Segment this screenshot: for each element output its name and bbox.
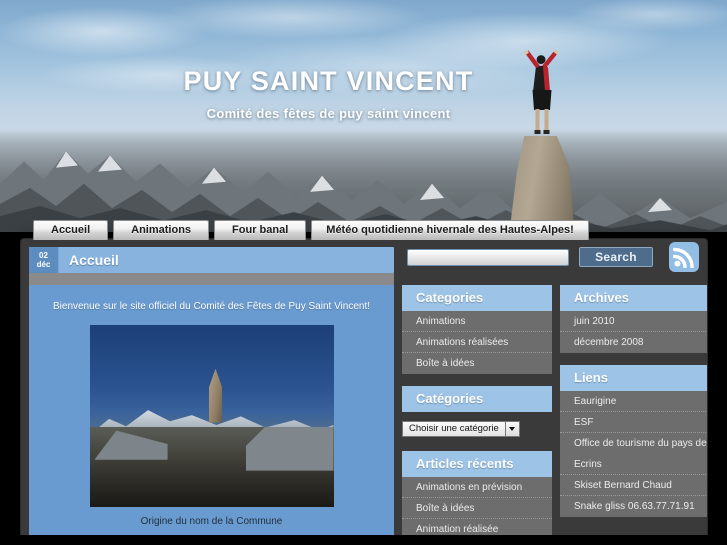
widget-categories-dropdown: Catégories Choisir une catégorie — [402, 386, 552, 439]
category-select-body: Choisir une catégorie — [402, 412, 552, 439]
list-item[interactable]: décembre 2008 — [560, 332, 707, 353]
photo-roof-right — [245, 426, 334, 471]
nav-tab-animations[interactable]: Animations — [113, 220, 210, 240]
page-root: PUY SAINT VINCENT Comité des fêtes de pu… — [0, 0, 727, 545]
list-item[interactable]: Eaurigine — [560, 391, 707, 412]
rss-waves-icon — [673, 247, 694, 268]
village-photo — [89, 325, 334, 507]
site-subtitle: Comité des fêtes de puy saint vincent — [206, 106, 451, 121]
nav-tab-accueil[interactable]: Accueil — [33, 220, 109, 240]
search-form: Search — [407, 247, 653, 267]
widget-title-links: Liens — [560, 365, 707, 391]
article-body: Bienvenue sur le site officiel du Comité… — [29, 285, 394, 538]
search-input[interactable] — [407, 248, 569, 266]
list-item[interactable]: Snake gliss 06.63.77.71.91 — [560, 496, 707, 517]
post-date-day: 02 — [39, 251, 48, 260]
page-bottom-edge — [0, 535, 727, 545]
post-meta-strip — [29, 273, 394, 285]
list-item[interactable]: juin 2010 — [560, 311, 707, 332]
list-item[interactable]: Boîte à idées — [402, 353, 552, 374]
photo-church-steeple — [209, 368, 223, 423]
category-select[interactable]: Choisir une catégorie — [402, 421, 520, 437]
welcome-text: Bienvenue sur le site officiel du Comité… — [52, 301, 371, 312]
nav-tab-meteo[interactable]: Météo quotidienne hivernale des Hautes-A… — [311, 220, 589, 240]
sidebar-left: Categories Animations Animations réalisé… — [402, 285, 552, 544]
sidebar-right: Archives juin 2010 décembre 2008 Liens E… — [560, 285, 707, 529]
site-title: PUY SAINT VINCENT — [183, 66, 474, 96]
rss-feed-icon[interactable] — [669, 242, 699, 272]
recent-posts-list: Animations en prévision Boîte à idées An… — [402, 477, 552, 540]
widget-title-categories-fr: Catégories — [402, 386, 552, 412]
archives-list: juin 2010 décembre 2008 — [560, 311, 707, 353]
list-item[interactable]: Boîte à idées — [402, 498, 552, 519]
panel-top-row: 02 déc Accueil Search — [29, 247, 699, 273]
photo-caption: Origine du nom de la Commune — [140, 516, 283, 527]
content-panel: 02 déc Accueil Search Bienvenue sur le s… — [20, 238, 708, 545]
nav-tab-four-banal[interactable]: Four banal — [214, 220, 307, 240]
search-button[interactable]: Search — [579, 247, 653, 267]
links-list: Eaurigine ESF Office de tourisme du pays… — [560, 391, 707, 517]
post-title-bar: 02 déc Accueil — [29, 247, 394, 273]
widget-title-recent-posts: Articles récents — [402, 451, 552, 477]
category-select-label: Choisir une catégorie — [402, 421, 505, 437]
page-title: Accueil — [69, 252, 119, 268]
chevron-down-icon[interactable] — [504, 421, 520, 437]
list-item[interactable]: Animations en prévision — [402, 477, 552, 498]
list-item[interactable]: ESF — [560, 412, 707, 433]
category-list: Animations Animations réalisées Boîte à … — [402, 311, 552, 374]
hero-mountain-peaks — [0, 151, 727, 232]
list-item[interactable]: Skiset Bernard Chaud — [560, 475, 707, 496]
widget-categories: Categories Animations Animations réalisé… — [402, 285, 552, 374]
post-date-badge: 02 déc — [29, 247, 59, 273]
post-date-month: déc — [36, 260, 51, 269]
widget-links: Liens Eaurigine ESF Office de tourisme d… — [560, 365, 707, 517]
widget-title-archives: Archives — [560, 285, 707, 311]
widget-title-categories: Categories — [402, 285, 552, 311]
hero-banner: PUY SAINT VINCENT Comité des fêtes de pu… — [0, 0, 727, 232]
list-item[interactable]: Animations — [402, 311, 552, 332]
hero-text-block: PUY SAINT VINCENT Comité des fêtes de pu… — [0, 66, 727, 121]
list-item[interactable]: Animations réalisées — [402, 332, 552, 353]
main-navigation: Accueil Animations Four banal Météo quot… — [0, 220, 727, 240]
widget-recent-posts: Articles récents Animations en prévision… — [402, 451, 552, 540]
list-item[interactable]: Office de tourisme du pays des Ecrins — [560, 433, 707, 475]
widget-archives: Archives juin 2010 décembre 2008 — [560, 285, 707, 353]
